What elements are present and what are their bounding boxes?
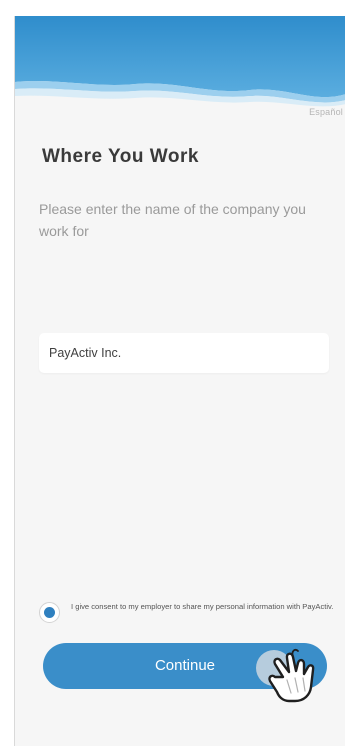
app-screen: Español Where You Work Please enter the … xyxy=(14,16,345,746)
company-name-input[interactable] xyxy=(39,333,329,373)
hand-pointer-icon xyxy=(268,648,315,703)
header-wave-banner xyxy=(15,16,345,107)
consent-option[interactable]: I give consent to my employer to share m… xyxy=(39,600,339,628)
radio-selected-dot-icon xyxy=(44,607,55,618)
consent-text: I give consent to my employer to share m… xyxy=(71,602,334,611)
page-subtitle: Please enter the name of the company you… xyxy=(39,201,306,239)
page-title: Where You Work xyxy=(42,146,199,167)
continue-button-label: Continue xyxy=(154,657,216,674)
consent-radio[interactable] xyxy=(39,602,60,623)
language-toggle-link[interactable]: Español xyxy=(309,107,343,117)
